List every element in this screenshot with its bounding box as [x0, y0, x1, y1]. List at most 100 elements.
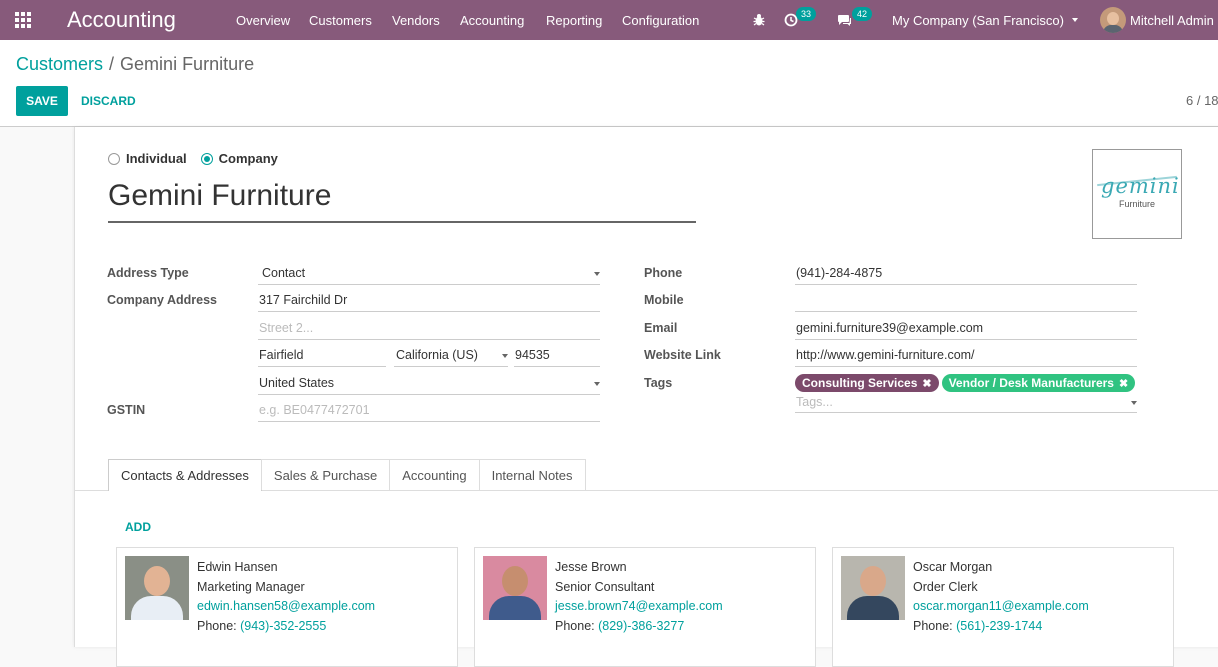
breadcrumb-current: Gemini Furniture — [120, 54, 255, 74]
debug-bug-icon[interactable] — [752, 0, 766, 40]
breadcrumb-customers-link[interactable]: Customers — [16, 54, 103, 74]
contact-phone-link[interactable]: (943)-352-2555 — [240, 619, 326, 633]
menu-vendors[interactable]: Vendors — [392, 0, 440, 40]
address-type-select[interactable]: Contact — [258, 263, 600, 285]
contact-phone-link[interactable]: (829)-386-3277 — [598, 619, 684, 633]
tags-list: Consulting Services ✖ Vendor / Desk Manuf… — [795, 374, 1138, 392]
discard-button[interactable]: DISCARD — [81, 86, 136, 116]
contact-card[interactable]: Edwin Hansen Marketing Manager edwin.han… — [116, 547, 458, 667]
add-contact-button[interactable]: ADD — [125, 520, 151, 534]
tab-sales-purchase[interactable]: Sales & Purchase — [260, 459, 391, 490]
contact-photo — [125, 556, 189, 620]
contact-phone-label: Phone: — [913, 618, 953, 633]
breadcrumb-separator: / — [109, 54, 115, 74]
address-type-value: Contact — [262, 266, 306, 280]
contact-email-link[interactable]: jesse.brown74@example.com — [555, 597, 723, 617]
remove-tag-icon[interactable]: ✖ — [1119, 377, 1128, 390]
tab-internal-notes[interactable]: Internal Notes — [478, 459, 586, 490]
email-label: Email — [644, 321, 678, 335]
contact-title: Order Clerk — [913, 579, 978, 594]
form-sheet: Individual Company Gemini Furniture gemi… — [74, 127, 1218, 667]
contact-name: Oscar Morgan — [913, 560, 993, 574]
chevron-down-icon — [594, 272, 600, 276]
app-title[interactable]: Accounting — [67, 0, 176, 40]
company-logo-image[interactable]: gemini Furniture — [1092, 149, 1182, 239]
chevron-down-icon — [1131, 401, 1137, 405]
tab-accounting[interactable]: Accounting — [389, 459, 480, 490]
contact-name: Edwin Hansen — [197, 560, 278, 574]
country-select[interactable]: United States — [258, 373, 600, 395]
contact-photo — [483, 556, 547, 620]
company-type-selector: Individual Company — [108, 151, 278, 166]
phone-input[interactable]: (941)-284-4875 — [795, 263, 1137, 285]
company-address-label: Company Address — [107, 293, 217, 307]
company-name: My Company (San Francisco) — [892, 12, 1064, 28]
message-count-badge: 42 — [852, 7, 873, 21]
address-type-label: Address Type — [107, 266, 189, 280]
chevron-down-icon — [594, 382, 600, 386]
menu-configuration[interactable]: Configuration — [622, 0, 699, 40]
top-navbar: Accounting Overview Customers Vendors Ac… — [0, 0, 1218, 40]
state-select[interactable]: California (US) — [394, 345, 508, 367]
menu-customers[interactable]: Customers — [309, 0, 372, 40]
menu-overview[interactable]: Overview — [236, 0, 290, 40]
save-button[interactable]: SAVE — [16, 86, 68, 116]
menu-reporting[interactable]: Reporting — [546, 0, 602, 40]
zip-input[interactable]: 94535 — [514, 345, 600, 367]
menu-accounting[interactable]: Accounting — [460, 0, 524, 40]
company-label[interactable]: Company — [219, 151, 278, 166]
messages-chat-icon[interactable] — [837, 0, 852, 40]
contact-phone-label: Phone: — [197, 618, 237, 633]
apps-menu-icon[interactable] — [15, 0, 35, 40]
logo-wordmark: gemini — [1101, 174, 1180, 198]
contact-title: Senior Consultant — [555, 579, 655, 594]
partner-name-input[interactable]: Gemini Furniture — [108, 179, 696, 223]
tags-placeholder: Tags... — [796, 395, 833, 409]
contact-email-link[interactable]: oscar.morgan11@example.com — [913, 597, 1089, 617]
individual-label[interactable]: Individual — [126, 151, 187, 166]
street-input[interactable]: 317 Fairchild Dr — [258, 290, 600, 312]
tag-vendor-desk-manufacturers[interactable]: Vendor / Desk Manufacturers ✖ — [941, 374, 1136, 392]
email-input[interactable]: gemini.furniture39@example.com — [795, 318, 1137, 340]
notebook-tabs: Contacts & Addresses Sales & Purchase Ac… — [108, 459, 586, 491]
user-menu[interactable]: Mitchell Admin — [1100, 0, 1214, 40]
tab-contacts-addresses[interactable]: Contacts & Addresses — [108, 459, 262, 491]
chevron-down-icon — [502, 354, 508, 358]
website-label: Website Link — [644, 348, 721, 362]
remove-tag-icon[interactable]: ✖ — [922, 377, 931, 390]
activity-count-badge: 33 — [796, 7, 817, 21]
individual-radio[interactable] — [108, 152, 120, 165]
user-name: Mitchell Admin — [1130, 12, 1214, 28]
contact-phone-label: Phone: — [555, 618, 595, 633]
chevron-down-icon — [1071, 18, 1078, 22]
tags-label: Tags — [644, 376, 673, 390]
user-avatar — [1100, 7, 1126, 33]
gstin-label: GSTIN — [107, 403, 146, 417]
contact-email-link[interactable]: edwin.hansen58@example.com — [197, 597, 375, 617]
contact-title: Marketing Manager — [197, 579, 305, 594]
country-value: United States — [259, 376, 335, 390]
gstin-input[interactable]: e.g. BE0477472701 — [258, 400, 600, 422]
street2-input[interactable]: Street 2... — [258, 318, 600, 340]
mobile-label: Mobile — [644, 293, 684, 307]
mobile-input[interactable] — [795, 290, 1137, 312]
contact-card[interactable]: Jesse Brown Senior Consultant jesse.brow… — [474, 547, 816, 667]
breadcrumb: Customers / Gemini Furniture — [16, 54, 254, 75]
website-input[interactable]: http://www.gemini-furniture.com/ — [795, 345, 1137, 367]
contact-name: Jesse Brown — [555, 560, 627, 574]
state-value: California (US) — [396, 348, 478, 362]
control-panel: Customers / Gemini Furniture SAVE DISCARD … — [0, 40, 1218, 127]
company-radio[interactable] — [200, 152, 213, 165]
logo-subtitle: Furniture — [1119, 199, 1156, 209]
company-switcher[interactable]: My Company (San Francisco) — [892, 0, 1078, 40]
tag-label: Consulting Services — [802, 376, 918, 390]
tags-input[interactable]: Tags... — [795, 393, 1137, 413]
phone-label: Phone — [644, 266, 683, 280]
contact-phone-link[interactable]: (561)-239-1744 — [956, 619, 1042, 633]
contact-card[interactable]: Oscar Morgan Order Clerk oscar.morgan11@… — [832, 547, 1174, 667]
tag-consulting-services[interactable]: Consulting Services ✖ — [795, 374, 939, 392]
tag-label: Vendor / Desk Manufacturers — [948, 376, 1114, 390]
city-input[interactable]: Fairfield — [258, 345, 386, 367]
activity-clock-icon[interactable] — [784, 0, 798, 40]
record-pager: 6 / 18 — [1186, 93, 1218, 108]
